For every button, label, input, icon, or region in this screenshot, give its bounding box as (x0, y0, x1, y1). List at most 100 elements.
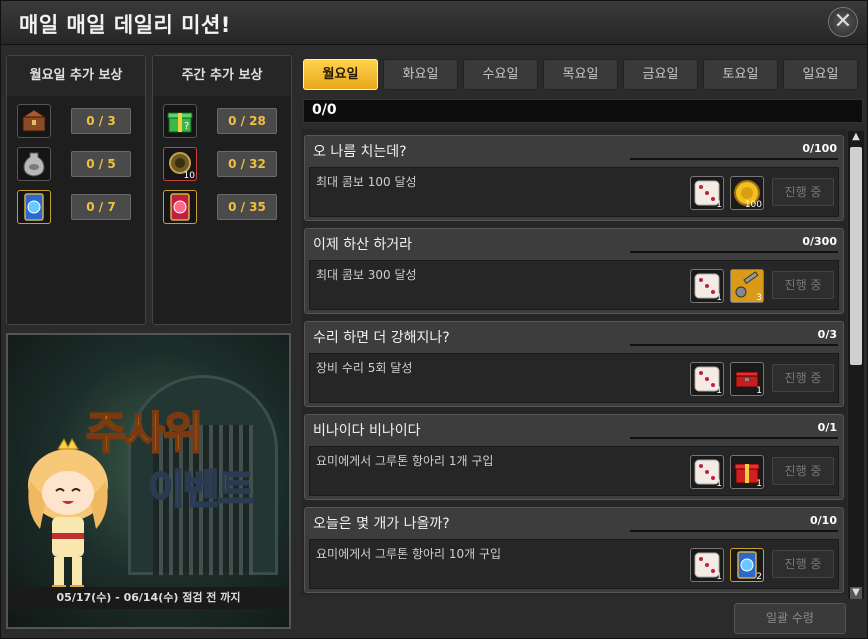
red-gift-icon[interactable]: 1 (730, 455, 764, 489)
mission-progress-line (630, 251, 838, 253)
mission-status-button[interactable]: 진행 중 (772, 550, 834, 578)
bonus-reward-row: 0 / 7 (7, 188, 145, 228)
green-gift-icon[interactable]: ? (163, 104, 197, 138)
red-box-icon[interactable]: 1 (730, 362, 764, 396)
window-title: 매일 매일 데일리 미션! (19, 13, 231, 37)
mission-progress-line (630, 158, 838, 160)
mission-progress: 0/1 (817, 421, 837, 434)
mission-item: 오늘은 몇 개가 나올까? 0/10 요미에게서 그루톤 항아리 10개 구입 … (304, 507, 844, 593)
event-period: 05/17(수) - 06/14(수) 점검 전 까지 (8, 587, 289, 609)
dice-icon[interactable]: 1 (690, 455, 724, 489)
mission-body: 최대 콤보 100 달성 1 100 진행 중 (309, 167, 839, 217)
weekly-bonus-panel: 주간 추가 보상 ? 0 / 28 10 0 / 32 0 / 35 (152, 55, 292, 325)
chest-icon[interactable] (17, 104, 51, 138)
item-quantity: 1 (716, 572, 722, 582)
mission-progress-line (630, 530, 838, 532)
item-quantity: 100 (744, 200, 762, 210)
bonus-count: 0 / 3 (71, 108, 131, 134)
mission-item: 비나이다 비나이다 0/1 요미에게서 그루톤 항아리 1개 구입 1 1 진행… (304, 414, 844, 500)
coin-icon[interactable]: 10 (163, 147, 197, 181)
bonus-count: 0 / 32 (217, 151, 277, 177)
overall-progress-bar: 0/0 (303, 99, 863, 123)
mission-item: 오 나름 치는데? 0/100 최대 콤보 100 달성 1 100 진행 중 (304, 135, 844, 221)
item-quantity: 10 (183, 171, 195, 181)
svg-text:?: ? (184, 121, 189, 132)
vase-icon[interactable] (17, 147, 51, 181)
dice-icon[interactable]: 1 (690, 362, 724, 396)
tab-friday[interactable]: 금요일 (623, 59, 698, 90)
bonus-reward-row: 0 / 5 (7, 145, 145, 185)
mission-list: 오 나름 치는데? 0/100 최대 콤보 100 달성 1 100 진행 중 … (301, 129, 847, 595)
gold-coin-icon[interactable]: 100 (730, 176, 764, 210)
mission-body: 장비 수리 5회 달성 1 1 진행 중 (309, 353, 839, 403)
item-quantity: 1 (716, 200, 722, 210)
dice-icon[interactable]: 1 (690, 548, 724, 582)
item-quantity: 1 (716, 479, 722, 489)
mission-progress-line (630, 344, 838, 346)
item-quantity: 1 (716, 386, 722, 396)
bonus-reward-row: 0 / 3 (7, 102, 145, 142)
item-quantity: 1 (756, 386, 762, 396)
mission-title: 비나이다 비나이다 (313, 423, 421, 439)
mission-description: 최대 콤보 100 달성 (316, 175, 417, 189)
bonus-count: 0 / 5 (71, 151, 131, 177)
bonus-count: 0 / 35 (217, 194, 277, 220)
scroll-down-arrow-icon[interactable]: ▼ (850, 587, 862, 599)
bonus-count: 0 / 7 (71, 194, 131, 220)
dice-icon[interactable]: 1 (690, 269, 724, 303)
mission-body: 요미에게서 그루톤 항아리 1개 구입 1 1 진행 중 (309, 446, 839, 496)
weekly-bonus-header: 주간 추가 보상 (153, 56, 291, 96)
close-button[interactable]: ✕ (828, 7, 858, 37)
blue-card-icon[interactable] (17, 190, 51, 224)
mission-body: 요미에게서 그루톤 항아리 10개 구입 1 2 진행 중 (309, 539, 839, 589)
overall-progress-text: 0/0 (312, 102, 337, 118)
mission-description: 요미에게서 그루톤 항아리 10개 구입 (316, 547, 502, 561)
monday-bonus-panel: 월요일 추가 보상 0 / 3 0 / 5 0 / 7 (6, 55, 146, 325)
mission-body: 최대 콤보 300 달성 1 3 진행 중 (309, 260, 839, 310)
mission-description: 최대 콤보 300 달성 (316, 268, 417, 282)
title-bar: 매일 매일 데일리 미션! ✕ (1, 1, 867, 45)
mission-title: 이제 하산 하거라 (313, 237, 413, 253)
tab-sunday[interactable]: 일요일 (783, 59, 858, 90)
mission-description: 요미에게서 그루톤 항아리 1개 구입 (316, 454, 494, 468)
monday-bonus-header: 월요일 추가 보상 (7, 56, 145, 96)
tab-wednesday[interactable]: 수요일 (463, 59, 538, 90)
item-quantity: 3 (756, 293, 762, 303)
mission-status-button[interactable]: 진행 중 (772, 457, 834, 485)
item-quantity: 1 (756, 479, 762, 489)
tab-tuesday[interactable]: 화요일 (383, 59, 458, 90)
bonus-reward-row: ? 0 / 28 (153, 102, 291, 142)
dice-icon[interactable]: 1 (690, 176, 724, 210)
tab-monday[interactable]: 월요일 (303, 59, 378, 90)
red-card-icon[interactable] (163, 190, 197, 224)
mission-scrollbar[interactable]: ▲ ▼ (848, 131, 864, 599)
mission-title: 오늘은 몇 개가 나올까? (313, 516, 450, 532)
daily-mission-window: 매일 매일 데일리 미션! ✕ 월요일 추가 보상 0 / 3 0 / 5 0 … (0, 0, 868, 639)
mission-status-button[interactable]: 진행 중 (772, 364, 834, 392)
dice-event-banner[interactable]: 주사위 이벤트 05/17(수) - 06/14(수) 점검 전 까지 (6, 333, 291, 629)
bonus-count: 0 / 28 (217, 108, 277, 134)
mission-title: 오 나름 치는데? (313, 144, 407, 160)
mission-progress: 0/100 (802, 142, 837, 155)
key-icon[interactable]: 3 (730, 269, 764, 303)
mission-item: 수리 하면 더 강해지나? 0/3 장비 수리 5회 달성 1 1 진행 중 (304, 321, 844, 407)
mission-status-button[interactable]: 진행 중 (772, 271, 834, 299)
tab-saturday[interactable]: 토요일 (703, 59, 778, 90)
bonus-reward-row: 10 0 / 32 (153, 145, 291, 185)
mission-item: 이제 하산 하거라 0/300 최대 콤보 300 달성 1 3 진행 중 (304, 228, 844, 314)
mission-description: 장비 수리 5회 달성 (316, 361, 413, 375)
scroll-thumb[interactable] (850, 147, 862, 365)
banner-title-line2: 이벤트 (147, 466, 255, 514)
mission-title: 수리 하면 더 강해지나? (313, 330, 450, 346)
mission-progress: 0/300 (802, 235, 837, 248)
mission-status-button[interactable]: 진행 중 (772, 178, 834, 206)
blue-card-icon[interactable]: 2 (730, 548, 764, 582)
tab-thursday[interactable]: 목요일 (543, 59, 618, 90)
mission-progress: 0/3 (817, 328, 837, 341)
day-tabs: 월요일 화요일 수요일 목요일 금요일 토요일 일요일 (303, 59, 865, 91)
banner-title-line1: 주사위 (85, 407, 204, 460)
claim-all-button[interactable]: 일괄 수령 (734, 603, 846, 634)
item-quantity: 2 (756, 572, 762, 582)
scroll-up-arrow-icon[interactable]: ▲ (850, 131, 862, 143)
bonus-reward-row: 0 / 35 (153, 188, 291, 228)
